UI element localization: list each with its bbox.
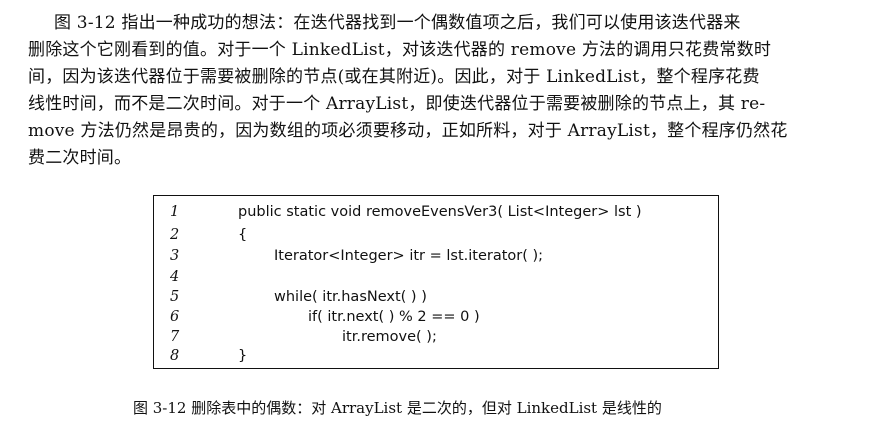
document-page: 图 3-12 指出一种成功的想法：在迭代器找到一个偶数值项之后，我们可以使用该迭… — [0, 0, 873, 423]
code-text: } — [238, 348, 248, 364]
paragraph-line: 间，因为该迭代器位于需要被删除的节点(或在其附近)。因此，对于 LinkedLi… — [28, 67, 760, 87]
code-line: 5 while( itr.hasNext( ) ) — [154, 289, 718, 309]
code-text: while( itr.hasNext( ) ) — [274, 289, 427, 305]
line-number: 8 — [170, 348, 180, 364]
code-text: Iterator<Integer> itr = lst.iterator( ); — [274, 248, 544, 264]
line-number: 7 — [170, 329, 180, 345]
paragraph-line: 线性时间，而不是二次时间。对于一个 ArrayList，即使迭代器位于需要被删除… — [28, 94, 766, 114]
code-listing: 1 public static void removeEvensVer3( Li… — [153, 195, 719, 369]
code-text: itr.remove( ); — [342, 329, 437, 345]
code-text: if( itr.next( ) % 2 == 0 ) — [308, 309, 480, 325]
line-number: 6 — [170, 309, 180, 325]
code-text: { — [238, 227, 248, 243]
paragraph-line: move 方法仍然是昂贵的，因为数组的项必须要移动，正如所料，对于 ArrayL… — [28, 121, 788, 141]
code-text: public static void removeEvensVer3( List… — [238, 204, 642, 220]
code-line: 4 — [154, 269, 718, 289]
code-line: 6 if( itr.next( ) % 2 == 0 ) — [154, 309, 718, 329]
line-number: 4 — [170, 269, 180, 285]
line-number: 2 — [170, 227, 180, 243]
paragraph-line: 图 3-12 指出一种成功的想法：在迭代器找到一个偶数值项之后，我们可以使用该迭… — [54, 13, 741, 33]
paragraph-line: 费二次时间。 — [28, 148, 132, 168]
paragraph-line: 删除这个它刚看到的值。对于一个 LinkedList，对该迭代器的 remove… — [28, 40, 772, 60]
line-number: 1 — [170, 204, 180, 220]
code-line: 3 Iterator<Integer> itr = lst.iterator( … — [154, 248, 718, 268]
code-line: 8 } — [154, 348, 718, 368]
line-number: 5 — [170, 289, 180, 305]
figure-caption: 图 3-12 删除表中的偶数：对 ArrayList 是二次的，但对 Linke… — [133, 399, 662, 417]
code-line: 7 itr.remove( ); — [154, 329, 718, 349]
code-line: 2 { — [154, 227, 718, 247]
code-line: 1 public static void removeEvensVer3( Li… — [154, 204, 718, 224]
line-number: 3 — [170, 248, 180, 264]
